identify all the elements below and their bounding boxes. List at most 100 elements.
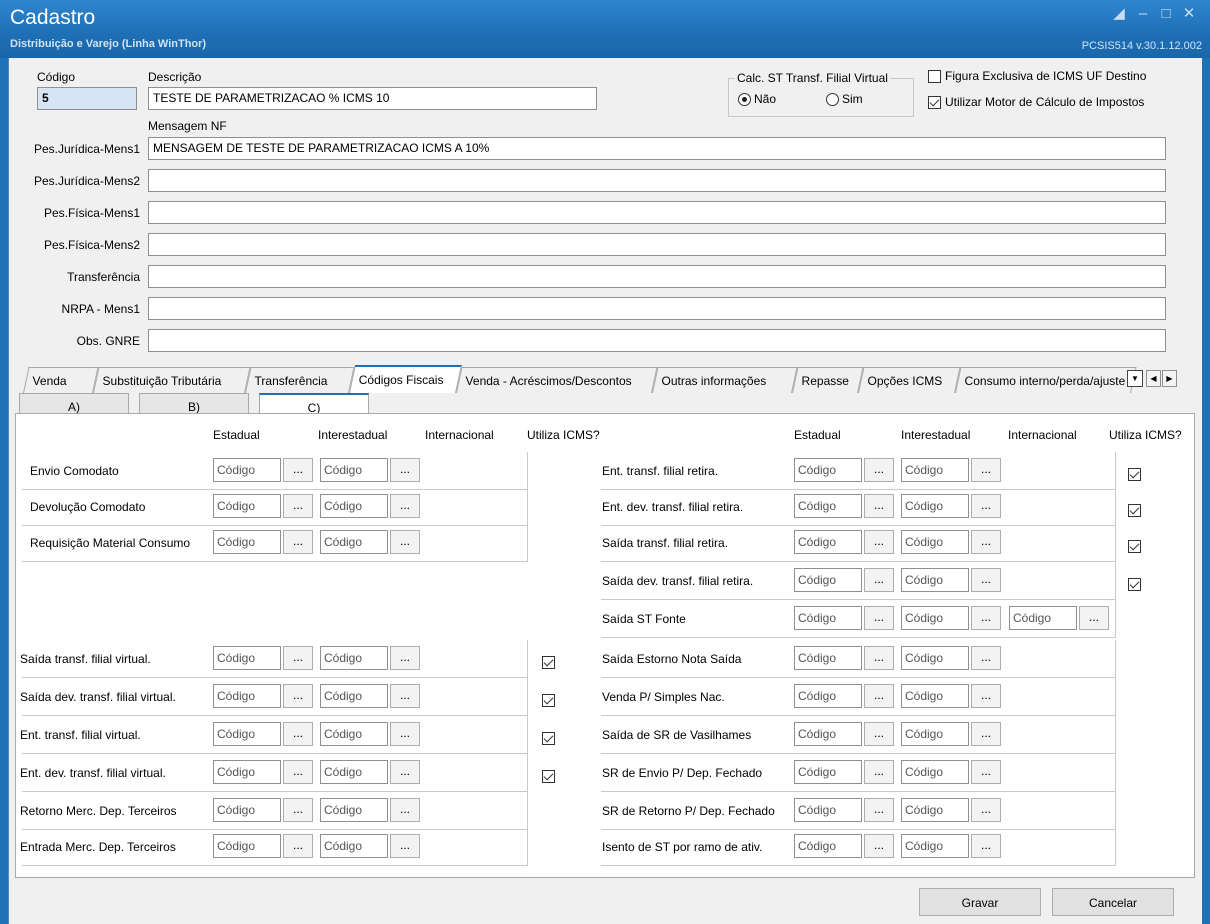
tab-item[interactable]: Transferência <box>245 367 355 393</box>
message-field[interactable]: MENSAGEM DE TESTE DE PARAMETRIZACAO ICMS… <box>148 137 1166 160</box>
codigo-input[interactable]: Código <box>320 798 388 822</box>
codigo-input[interactable]: Código <box>794 568 862 592</box>
tab-item[interactable]: Códigos Fiscais <box>349 365 462 393</box>
tab-scroll-right-icon[interactable]: ▶ <box>1162 370 1177 387</box>
lookup-button[interactable]: ... <box>864 606 894 630</box>
codigo-input[interactable]: Código <box>213 760 281 784</box>
lookup-button[interactable]: ... <box>283 834 313 858</box>
lookup-button[interactable]: ... <box>864 722 894 746</box>
codigo-input[interactable]: Código <box>213 494 281 518</box>
codigo-input[interactable]: Código <box>320 458 388 482</box>
tab-item[interactable]: Repasse <box>792 367 864 393</box>
lookup-button[interactable]: ... <box>864 760 894 784</box>
lookup-button[interactable]: ... <box>283 530 313 554</box>
codigo-input[interactable]: Código <box>794 530 862 554</box>
lookup-button[interactable]: ... <box>390 458 420 482</box>
codigo-input[interactable]: Código <box>213 458 281 482</box>
codigo-input[interactable]: Código <box>901 834 969 858</box>
lookup-button[interactable]: ... <box>1079 606 1109 630</box>
codigo-input[interactable]: Código <box>794 494 862 518</box>
codigo-input[interactable]: Código <box>901 530 969 554</box>
utiliza-icms-checkbox[interactable] <box>542 732 555 745</box>
figura-exclusiva-box[interactable] <box>928 69 941 83</box>
lookup-button[interactable]: ... <box>283 798 313 822</box>
lookup-button[interactable]: ... <box>864 568 894 592</box>
codigo-input[interactable]: Código <box>320 760 388 784</box>
codigo-input[interactable]: Código <box>901 684 969 708</box>
codigo-input[interactable]: Código <box>901 798 969 822</box>
tab-item[interactable]: Venda - Acréscimos/Descontos <box>456 367 658 393</box>
message-field[interactable] <box>148 233 1166 256</box>
codigo-input[interactable]: Código <box>794 684 862 708</box>
close-icon[interactable]: ✕ <box>1178 4 1200 24</box>
codigo-input[interactable]: Código <box>901 646 969 670</box>
lookup-button[interactable]: ... <box>864 646 894 670</box>
lookup-button[interactable]: ... <box>971 684 1001 708</box>
codigo-input[interactable]: Código <box>794 722 862 746</box>
motor-calculo-checkbox[interactable]: Utilizar Motor de Cálculo de Impostos <box>928 95 1144 109</box>
lookup-button[interactable]: ... <box>971 530 1001 554</box>
lookup-button[interactable]: ... <box>283 458 313 482</box>
codigo-input[interactable]: Código <box>213 530 281 554</box>
message-field[interactable] <box>148 201 1166 224</box>
lookup-button[interactable]: ... <box>864 458 894 482</box>
message-field[interactable] <box>148 329 1166 352</box>
codigo-input[interactable]: Código <box>1009 606 1077 630</box>
lookup-button[interactable]: ... <box>971 646 1001 670</box>
codigo-input[interactable]: Código <box>213 834 281 858</box>
lookup-button[interactable]: ... <box>390 646 420 670</box>
message-field[interactable] <box>148 297 1166 320</box>
tab-item[interactable]: Outras informações <box>652 367 798 393</box>
lookup-button[interactable]: ... <box>390 760 420 784</box>
codigo-input[interactable]: Código <box>320 646 388 670</box>
radio-nao-indicator[interactable] <box>738 92 751 106</box>
lookup-button[interactable]: ... <box>390 834 420 858</box>
codigo-input[interactable]: Código <box>320 494 388 518</box>
lookup-button[interactable]: ... <box>864 530 894 554</box>
radio-sim-indicator[interactable] <box>826 92 839 106</box>
codigo-input[interactable]: Código <box>320 684 388 708</box>
lookup-button[interactable]: ... <box>283 494 313 518</box>
lookup-button[interactable]: ... <box>283 646 313 670</box>
tab-scroll-left-icon[interactable]: ◀ <box>1146 370 1161 387</box>
codigo-input[interactable]: Código <box>901 722 969 746</box>
lookup-button[interactable]: ... <box>283 684 313 708</box>
lookup-button[interactable]: ... <box>971 760 1001 784</box>
radio-sim[interactable]: Sim <box>826 92 863 106</box>
utiliza-icms-checkbox[interactable] <box>1128 540 1141 553</box>
lookup-button[interactable]: ... <box>390 684 420 708</box>
utiliza-icms-checkbox[interactable] <box>1128 504 1141 517</box>
maximize-icon[interactable]: □ <box>1155 4 1177 24</box>
utiliza-icms-checkbox[interactable] <box>1128 578 1141 591</box>
radio-nao[interactable]: Não <box>738 92 776 106</box>
codigo-input[interactable]: Código <box>320 530 388 554</box>
cancelar-button[interactable]: Cancelar <box>1052 888 1174 916</box>
lookup-button[interactable]: ... <box>971 494 1001 518</box>
lookup-button[interactable]: ... <box>971 606 1001 630</box>
lookup-button[interactable]: ... <box>864 834 894 858</box>
utiliza-icms-checkbox[interactable] <box>542 694 555 707</box>
codigo-input[interactable]: Código <box>794 834 862 858</box>
lookup-button[interactable]: ... <box>971 798 1001 822</box>
lookup-button[interactable]: ... <box>971 834 1001 858</box>
tab-item[interactable]: Substituição Tributária <box>93 367 251 393</box>
codigo-input[interactable]: Código <box>213 646 281 670</box>
codigo-input[interactable]: Código <box>794 798 862 822</box>
codigo-input[interactable]: Código <box>901 458 969 482</box>
tab-item[interactable]: Venda <box>23 367 99 393</box>
codigo-input[interactable]: Código <box>320 834 388 858</box>
lookup-button[interactable]: ... <box>864 798 894 822</box>
lookup-button[interactable]: ... <box>971 568 1001 592</box>
restore-icon[interactable]: ◢ <box>1108 4 1130 24</box>
message-field[interactable] <box>148 265 1166 288</box>
codigo-input[interactable]: Código <box>213 722 281 746</box>
tab-dropdown-icon[interactable]: ▼ <box>1127 370 1143 387</box>
message-field[interactable] <box>148 169 1166 192</box>
gravar-button[interactable]: Gravar <box>919 888 1041 916</box>
codigo-field[interactable]: 5 <box>37 87 137 110</box>
motor-calculo-box[interactable] <box>928 95 941 109</box>
codigo-input[interactable]: Código <box>901 760 969 784</box>
codigo-input[interactable]: Código <box>794 458 862 482</box>
codigo-input[interactable]: Código <box>213 684 281 708</box>
codigo-input[interactable]: Código <box>320 722 388 746</box>
